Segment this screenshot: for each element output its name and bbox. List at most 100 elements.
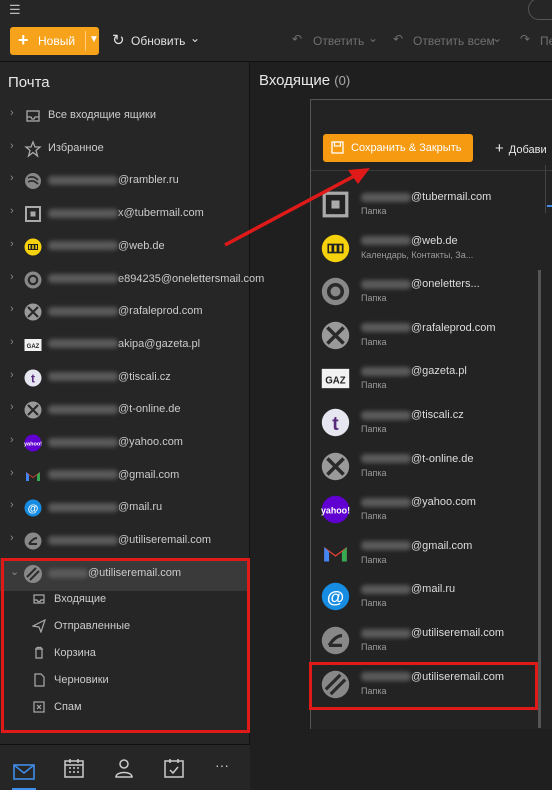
blurred-name bbox=[48, 274, 118, 284]
chevron-right-icon[interactable]: › bbox=[10, 140, 14, 152]
reply-all-button[interactable]: Ответить всем bbox=[413, 34, 495, 48]
page-title: Входящие (0) bbox=[259, 72, 350, 89]
panel-account-sub: Папка bbox=[361, 336, 387, 347]
reply-button[interactable]: Ответить bbox=[313, 34, 364, 48]
email-text: @yahoo.com bbox=[411, 496, 476, 509]
panel-account-email: @t-online.de bbox=[361, 453, 474, 465]
email-text: @gazeta.pl bbox=[411, 365, 467, 378]
sidebar-account-item[interactable]: › x@tubermail.com bbox=[0, 198, 250, 231]
new-button[interactable]: + Новый ▼ bbox=[10, 27, 99, 55]
t-online-icon bbox=[321, 452, 350, 480]
gazeta-icon: GAZ bbox=[24, 338, 42, 351]
sidebar-account-item[interactable]: › Все входящие ящики bbox=[0, 100, 250, 133]
account-label: e894235@onelettersmail.com bbox=[48, 273, 264, 285]
save-close-label: Сохранить & Закрыть bbox=[351, 142, 462, 154]
scrollbar[interactable] bbox=[538, 270, 541, 728]
more-icon[interactable]: ··· bbox=[215, 757, 239, 781]
search-box[interactable] bbox=[528, 0, 552, 20]
blurred-name bbox=[48, 470, 118, 480]
add-button[interactable]: + Добави bbox=[495, 140, 547, 157]
blurred-name bbox=[48, 339, 118, 349]
mail-icon[interactable] bbox=[12, 756, 36, 790]
sidebar-account-item[interactable]: › e894235@onelettersmail.com bbox=[0, 264, 264, 297]
panel-account-item[interactable]: @ @mail.ru Папка bbox=[311, 575, 541, 618]
panel-account-item[interactable]: yahoo! @yahoo.com Папка bbox=[311, 488, 541, 531]
hamburger-icon[interactable]: ☰ bbox=[9, 2, 21, 18]
chevron-right-icon[interactable]: › bbox=[10, 336, 14, 348]
blurred-name bbox=[361, 541, 411, 551]
chevron-right-icon[interactable]: › bbox=[10, 434, 14, 446]
account-label: @gmail.com bbox=[48, 469, 179, 481]
svg-text:@: @ bbox=[327, 587, 344, 607]
reply-icon[interactable]: ↶ bbox=[292, 32, 302, 46]
account-text: Избранное bbox=[48, 141, 104, 154]
chevron-down-icon[interactable]: ⌄ bbox=[190, 31, 200, 45]
save-close-button[interactable]: Сохранить & Закрыть bbox=[323, 134, 473, 162]
panel-account-email: @oneletters... bbox=[361, 278, 480, 290]
chevron-down-icon[interactable]: ⌄ bbox=[492, 31, 502, 45]
panel-account-item[interactable]: @oneletters... Папка bbox=[311, 270, 541, 313]
t-online-icon bbox=[24, 401, 42, 419]
chevron-down-icon[interactable]: ⌄ bbox=[368, 31, 378, 45]
sidebar-account-item[interactable]: › @web.de bbox=[0, 231, 250, 264]
panel-account-item[interactable]: @t-online.de Папка bbox=[311, 445, 541, 488]
chevron-down-icon[interactable]: ▼ bbox=[89, 34, 99, 45]
blurred-name bbox=[48, 535, 118, 545]
chevron-right-icon[interactable]: › bbox=[10, 369, 14, 381]
add-label: Добави bbox=[508, 144, 547, 156]
calendar-icon[interactable] bbox=[62, 756, 86, 780]
email-text: @t-online.de bbox=[411, 452, 474, 465]
account-label: Избранное bbox=[48, 142, 104, 154]
yahoo-icon: yahoo! bbox=[321, 495, 350, 524]
panel-account-email: @gazeta.pl bbox=[361, 365, 467, 377]
star-icon bbox=[24, 139, 42, 158]
tubermail-icon bbox=[25, 206, 41, 223]
panel-account-sub: Папка bbox=[361, 511, 387, 522]
account-text: e894235@onelettersmail.com bbox=[118, 272, 265, 285]
refresh-icon[interactable]: ↻ bbox=[112, 31, 125, 49]
chevron-right-icon[interactable]: › bbox=[10, 238, 14, 250]
sidebar-account-item[interactable]: › Избранное bbox=[0, 133, 250, 166]
blurred-name bbox=[361, 279, 411, 289]
blurred-name bbox=[361, 628, 411, 638]
account-text: @tiscali.cz bbox=[118, 370, 171, 383]
sidebar-account-item[interactable]: › GAZ akipa@gazeta.pl bbox=[0, 329, 250, 362]
oneletters-icon bbox=[24, 271, 42, 288]
chevron-right-icon[interactable]: › bbox=[10, 107, 14, 119]
utilise-icon bbox=[24, 532, 42, 550]
sidebar-account-item[interactable]: › @gmail.com bbox=[0, 460, 250, 493]
refresh-button[interactable]: Обновить bbox=[131, 34, 185, 48]
chevron-right-icon[interactable]: › bbox=[10, 271, 14, 283]
chevron-right-icon[interactable]: › bbox=[10, 205, 14, 217]
sidebar-account-item[interactable]: › @rafaleprod.com bbox=[0, 296, 250, 329]
chevron-right-icon[interactable]: › bbox=[10, 172, 14, 184]
divider bbox=[85, 31, 86, 51]
panel-account-item[interactable]: @rafaleprod.com Папка bbox=[311, 314, 541, 357]
account-label: @web.de bbox=[48, 240, 165, 252]
chevron-right-icon[interactable]: › bbox=[10, 401, 14, 413]
panel-account-item[interactable]: @utiliseremail.com Папка bbox=[311, 619, 541, 662]
forward-icon[interactable]: ↷ bbox=[520, 32, 530, 46]
sidebar-account-item[interactable]: › @rambler.ru bbox=[0, 165, 250, 198]
svg-text:GAZ: GAZ bbox=[325, 376, 345, 387]
forward-button[interactable]: Пе bbox=[540, 34, 552, 48]
panel-account-item[interactable]: GAZ @gazeta.pl Папка bbox=[311, 357, 541, 400]
chevron-right-icon[interactable]: › bbox=[10, 532, 14, 544]
contacts-icon[interactable] bbox=[112, 756, 136, 780]
sidebar-account-item[interactable]: › t @tiscali.cz bbox=[0, 362, 250, 395]
panel-account-item[interactable]: @gmail.com Папка bbox=[311, 532, 541, 575]
chevron-right-icon[interactable]: › bbox=[10, 499, 14, 511]
svg-text:@: @ bbox=[28, 503, 39, 515]
sidebar-account-item[interactable]: › @utiliseremail.com bbox=[0, 525, 250, 558]
sidebar-account-item[interactable]: › yahoo! @yahoo.com bbox=[0, 427, 250, 460]
tasks-icon[interactable] bbox=[162, 756, 186, 780]
sidebar-account-item[interactable]: › @ @mail.ru bbox=[0, 492, 250, 525]
panel-account-item[interactable]: t @tiscali.cz Папка bbox=[311, 401, 541, 444]
chevron-right-icon[interactable]: › bbox=[10, 303, 14, 315]
account-label: @utiliseremail.com bbox=[48, 534, 211, 546]
chevron-right-icon[interactable]: › bbox=[10, 467, 14, 479]
sidebar-account-item[interactable]: › @t-online.de bbox=[0, 394, 250, 427]
reply-all-icon[interactable]: ↶ bbox=[393, 32, 403, 46]
email-text: @oneletters... bbox=[411, 278, 480, 291]
account-text: @utiliseremail.com bbox=[118, 534, 212, 547]
